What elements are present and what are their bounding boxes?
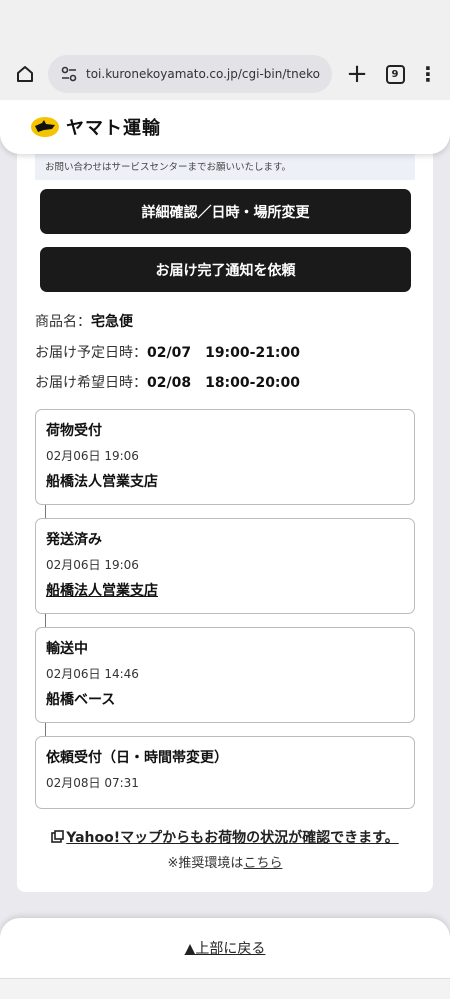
site-header: ヤマト運輸	[0, 100, 450, 154]
more-vert-icon: ⋮	[418, 62, 438, 86]
timeline-step: 依頼受付（日・時間帯変更） 02月08日 07:31	[35, 736, 415, 809]
back-to-top-link[interactable]: ▲上部に戻る	[185, 938, 266, 958]
step-datetime: 02月06日 19:06	[46, 558, 139, 572]
tracking-card: お問い合わせはサービスセンターまでお願いいたします。 詳細確認／日時・場所変更 …	[17, 130, 433, 892]
yahoo-map-link[interactable]: Yahoo!マップからもお荷物の状況が確認できます。	[17, 827, 433, 847]
step-datetime: 02月08日 07:31	[46, 776, 139, 790]
product-name: 商品名：宅急便	[35, 314, 133, 330]
back-to-top-bar: ▲上部に戻る	[0, 918, 450, 978]
step-status: 発送済み	[46, 532, 102, 548]
external-link-icon	[51, 830, 65, 843]
site-logo-text: ヤマト運輸	[66, 118, 161, 139]
step-location: 船橋ベース	[46, 692, 116, 708]
tab-switcher-button[interactable]: 9	[376, 55, 414, 93]
status-bar	[0, 0, 450, 48]
yahoo-map-link-text: Yahoo!マップからもお荷物の状況が確認できます。	[66, 830, 399, 846]
web-page: ヤマト運輸 お問い合わせはサービスセンターまでお願いいたします。 詳細確認／日時…	[0, 100, 450, 999]
new-tab-button[interactable]: +	[338, 55, 376, 93]
step-status: 輸送中	[46, 641, 88, 657]
timeline-step: 発送済み 02月06日 19:06 船橋法人営業支店	[35, 518, 415, 614]
step-location: 船橋法人営業支店	[46, 474, 158, 490]
timeline-connector	[45, 505, 46, 518]
home-icon	[17, 66, 33, 82]
step-status: 依頼受付（日・時間帯変更）	[46, 750, 228, 766]
recommended-environment: ※推奨環境はこちら	[167, 856, 283, 871]
site-settings-icon	[61, 66, 77, 82]
recommended-environment-link[interactable]: こちら	[243, 856, 282, 871]
step-status: 荷物受付	[46, 423, 102, 439]
timeline-connector	[45, 614, 46, 627]
step-datetime: 02月06日 14:46	[46, 667, 139, 681]
timeline-connector	[45, 723, 46, 736]
browser-toolbar: toi.kuronekoyamato.co.jp/cgi-bin/tneko +…	[0, 48, 450, 100]
step-datetime: 02月06日 19:06	[46, 449, 139, 463]
timeline-step: 荷物受付 02月06日 19:06 船橋法人営業支店	[35, 409, 415, 505]
home-button[interactable]	[8, 57, 42, 91]
overflow-menu-button[interactable]: ⋮	[414, 55, 442, 93]
url-text: toi.kuronekoyamato.co.jp/cgi-bin/tneko	[86, 67, 320, 81]
scheduled-delivery: お届け予定日時：02/07 19:00-21:00	[35, 345, 301, 361]
step-location-link[interactable]: 船橋法人営業支店	[46, 580, 404, 600]
black-cat-logo-icon	[31, 117, 59, 137]
requested-delivery: お届け希望日時：02/08 18:00-20:00	[35, 375, 301, 391]
timeline-step: 輸送中 02月06日 14:46 船橋ベース	[35, 627, 415, 723]
address-bar[interactable]: toi.kuronekoyamato.co.jp/cgi-bin/tneko	[48, 55, 332, 93]
plus-icon: +	[346, 59, 368, 89]
detail-change-button[interactable]: 詳細確認／日時・場所変更	[40, 189, 411, 234]
tab-count: 9	[385, 64, 405, 84]
bottom-strip	[0, 978, 450, 999]
delivery-notification-button[interactable]: お届け完了通知を依頼	[40, 247, 411, 292]
service-center-notice: お問い合わせはサービスセンターまでお願いいたします。	[35, 152, 415, 180]
